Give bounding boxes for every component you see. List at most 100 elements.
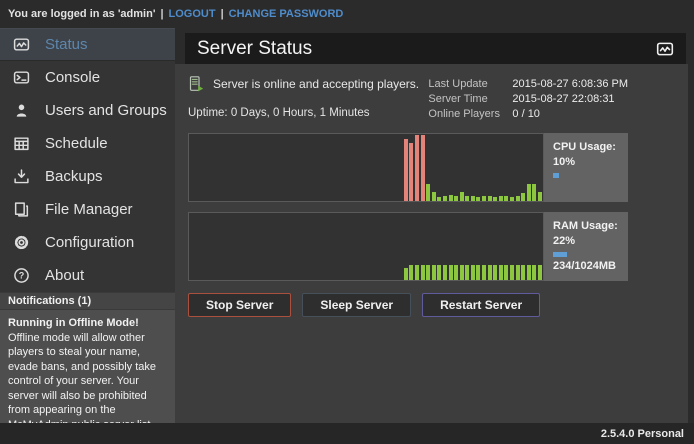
stat-value: 0 / 10 [512, 108, 540, 120]
history-bar [409, 265, 413, 280]
history-bar [482, 265, 486, 280]
history-bar [443, 265, 447, 280]
ram-usage-percent: 22% [553, 234, 628, 249]
notification-title: Running in Offline Mode! [8, 316, 167, 331]
page-title: Server Status [197, 38, 312, 60]
ram-usage-row: RAM Usage:22%234/1024MB [188, 212, 628, 281]
server-buttons-row: Stop Server Sleep Server Restart Server [188, 293, 688, 317]
notifications-header: Notifications (1) [0, 292, 175, 310]
user-icon [12, 102, 30, 120]
history-bar [532, 265, 536, 280]
history-bar [415, 135, 419, 201]
stat-label: Last Update [428, 78, 512, 90]
cpu-usage-meter [553, 173, 559, 178]
sidebar-item-configuration[interactable]: Configuration [0, 226, 175, 259]
history-bar [454, 265, 458, 280]
history-bar [521, 265, 525, 280]
history-bar [493, 265, 497, 280]
sidebar-item-label: File Manager [45, 201, 133, 218]
history-bar [421, 265, 425, 280]
history-bar [443, 196, 447, 201]
main-content: Server is online and accepting players. … [175, 64, 688, 423]
server-stats: Last Update2015-08-27 6:08:36 PM Server T… [428, 76, 628, 123]
sidebar-item-label: Console [45, 69, 100, 86]
gear-icon [12, 234, 30, 252]
history-bar [426, 184, 430, 201]
server-info-row: Server is online and accepting players. … [188, 76, 628, 123]
history-bar [527, 265, 531, 280]
history-bar [538, 192, 542, 201]
ram-usage-detail: 234/1024MB [553, 259, 628, 274]
download-icon [12, 168, 30, 186]
logged-in-text: You are logged in as 'admin' [8, 8, 155, 20]
sleep-server-button[interactable]: Sleep Server [302, 293, 411, 317]
sidebar-item-users-and-groups[interactable]: Users and Groups [0, 94, 175, 127]
history-bar [476, 265, 480, 280]
cpu-usage-panel: CPU Usage:10% [544, 133, 628, 202]
history-bar [437, 197, 441, 201]
history-bar [432, 265, 436, 280]
history-bar [454, 196, 458, 201]
files-icon [12, 201, 30, 219]
activity-icon[interactable] [656, 40, 674, 58]
history-bar [460, 265, 464, 280]
sidebar-item-about[interactable]: ?About [0, 259, 175, 292]
svg-text:?: ? [18, 271, 24, 281]
activity-icon [12, 36, 30, 54]
history-bar [476, 197, 480, 201]
header-strip: Server Status [175, 28, 688, 64]
history-bar [465, 265, 469, 280]
history-bar [432, 192, 436, 201]
charts-area: CPU Usage:10%RAM Usage:22%234/1024MB [188, 133, 688, 281]
console-icon [12, 69, 30, 87]
sidebar-nav: Status Console Users and Groups Schedule Bac… [0, 28, 175, 292]
separator: | [160, 8, 163, 20]
sidebar-item-label: Backups [45, 168, 103, 185]
sidebar-item-label: Configuration [45, 234, 134, 251]
sidebar-item-backups[interactable]: Backups [0, 160, 175, 193]
sidebar-item-schedule[interactable]: Schedule [0, 127, 175, 160]
history-bar [504, 265, 508, 280]
change-password-link[interactable]: CHANGE PASSWORD [229, 8, 344, 20]
cpu-usage-label: CPU Usage: [553, 140, 628, 155]
history-bar [510, 197, 514, 201]
server-info-left: Server is online and accepting players. … [188, 76, 419, 123]
history-bar [488, 196, 492, 201]
notifications-panel: Notifications (1) Running in Offline Mod… [0, 292, 175, 423]
stat-label: Online Players [428, 108, 512, 120]
history-bar [471, 196, 475, 201]
server-status-line: Server is online and accepting players. [188, 76, 419, 92]
title-bar: Server Status [185, 33, 686, 64]
history-bar [471, 265, 475, 280]
history-bar [527, 184, 531, 201]
history-bar [482, 196, 486, 201]
stop-server-button[interactable]: Stop Server [188, 293, 291, 317]
separator: | [221, 8, 224, 20]
cpu-usage-row: CPU Usage:10% [188, 133, 628, 202]
stat-value: 2015-08-27 22:08:31 [512, 93, 614, 105]
sidebar-item-label: Users and Groups [45, 102, 167, 119]
restart-server-button[interactable]: Restart Server [422, 293, 540, 317]
sidebar-item-status[interactable]: Status [0, 28, 175, 61]
cpu-usage-percent: 10% [553, 155, 628, 170]
sidebar-item-file-manager[interactable]: File Manager [0, 193, 175, 226]
history-bar [516, 265, 520, 280]
history-bar [426, 265, 430, 280]
history-bar [421, 135, 425, 201]
cpu-usage-chart [188, 133, 544, 202]
stat-row: Server Time2015-08-27 22:08:31 [428, 93, 628, 105]
ram-usage-meter [553, 252, 567, 257]
server-status-message: Server is online and accepting players. [213, 77, 419, 91]
history-bar [404, 268, 408, 280]
main-panel: Server Status Server is online and accep… [175, 28, 694, 423]
history-bar [465, 196, 469, 201]
notification-item: Running in Offline Mode! Offline mode wi… [0, 310, 175, 423]
stat-row: Last Update2015-08-27 6:08:36 PM [428, 78, 628, 90]
history-bar [499, 265, 503, 280]
logout-link[interactable]: LOGOUT [169, 8, 216, 20]
history-bar [415, 265, 419, 280]
uptime-text: Uptime: 0 Days, 0 Hours, 1 Minutes [188, 107, 419, 119]
ram-usage-chart [188, 212, 544, 281]
top-bar: You are logged in as 'admin' | LOGOUT | CHAN… [0, 0, 694, 28]
sidebar-item-console[interactable]: Console [0, 61, 175, 94]
